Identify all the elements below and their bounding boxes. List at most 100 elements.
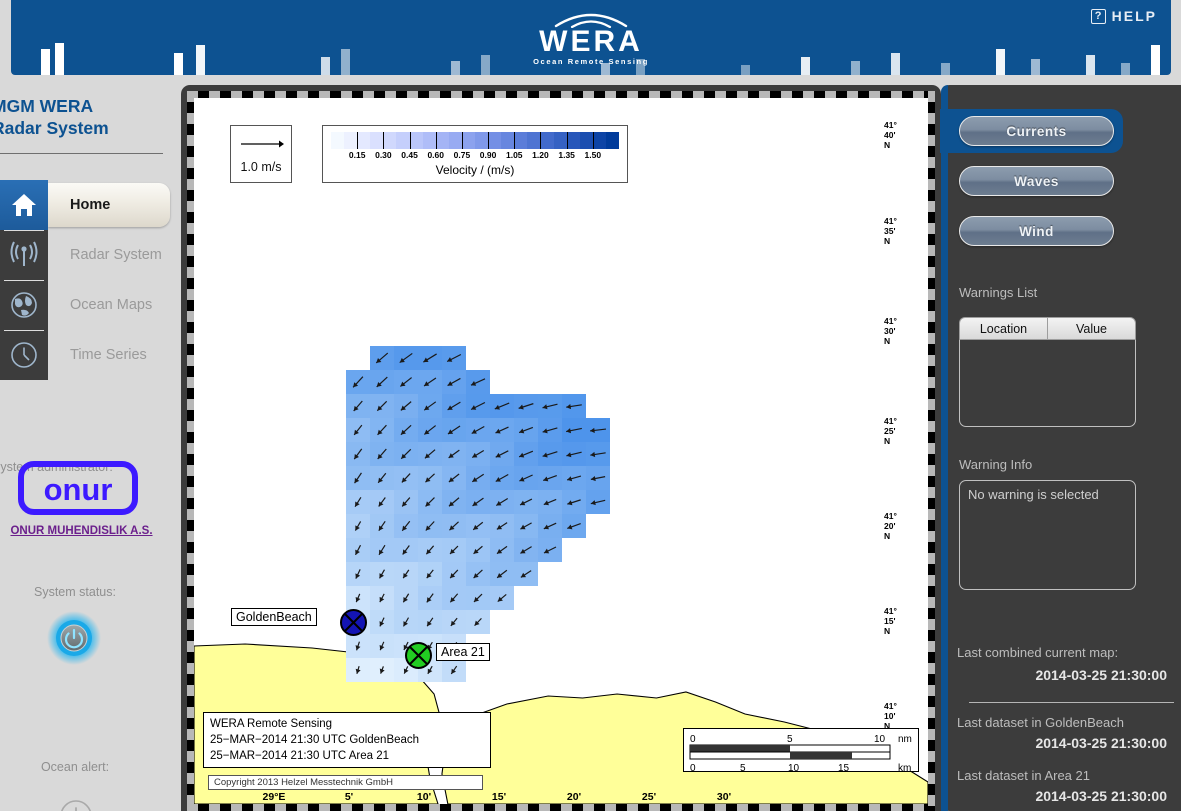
station-marker-goldenbeach[interactable]: GoldenBeach [231, 608, 368, 641]
last-dataset-goldenbeach-value: 2014-03-25 21:30:00 [1035, 735, 1167, 751]
sidebar-item-radar-system[interactable]: Radar System [0, 230, 170, 280]
colorbar-tick [514, 132, 516, 149]
frame-tick [928, 597, 935, 608]
latitude-label: 41° 40' N [884, 120, 897, 150]
frame-tick [928, 399, 935, 410]
frame-tick [187, 443, 194, 454]
frame-tick [187, 113, 194, 124]
frame-tick [928, 377, 935, 388]
frame-tick [187, 597, 194, 608]
colorbar-tick [435, 132, 437, 149]
frame-tick [759, 91, 770, 98]
colorbar-title: Velocity / (m/s) [435, 163, 515, 177]
frame-tick [187, 377, 194, 388]
frame-tick [297, 91, 308, 98]
frame-tick [928, 421, 935, 432]
frame-tick [187, 399, 194, 410]
frame-tick [737, 91, 748, 98]
warnings-list-label: Warnings List [959, 285, 1038, 300]
colorbar-tick [383, 132, 385, 149]
colorbar-tick-label: 0.90 [479, 150, 497, 160]
frame-tick [715, 91, 726, 98]
header-bar [341, 49, 350, 75]
frame-tick [803, 91, 814, 98]
currents-button[interactable]: Currents [959, 116, 1114, 146]
map-canvas[interactable]: 1.0 m/s 0.15 0.30 0.45 0.60 0.75 0.90 1.05 1.20… [194, 98, 928, 804]
sidebar-item-label: Radar System [70, 247, 162, 263]
frame-tick [187, 333, 194, 344]
colorbar-tick-label: 0.60 [427, 150, 444, 160]
frame-tick [187, 289, 194, 300]
frame-tick [187, 729, 194, 740]
colorbar-tick-label: 0.75 [453, 150, 471, 160]
map-info-box: WERA Remote Sensing 25−MAR−2014 21:30 UT… [203, 712, 491, 768]
header-bar [196, 45, 205, 75]
frame-tick [928, 553, 935, 564]
sidebar-item-label: Home [70, 197, 111, 213]
sidebar-item-ocean-maps[interactable]: Ocean Maps [0, 280, 170, 330]
frame-tick [187, 663, 194, 674]
admin-link[interactable]: ONUR MUHENDISLIK A.S. [0, 525, 163, 537]
frame-tick [928, 487, 935, 498]
frame-tick [407, 91, 418, 98]
column-header-location[interactable]: Location [959, 317, 1047, 340]
sidebar-item-home[interactable]: Home [0, 180, 170, 230]
timestamp-divider [969, 702, 1174, 703]
warning-info-box[interactable]: No warning is selected [959, 480, 1136, 590]
wind-button[interactable]: Wind [959, 216, 1114, 246]
frame-tick [187, 685, 194, 696]
last-dataset-area21-label: Last dataset in Area 21 [957, 768, 1090, 783]
longitude-label: 15' [491, 791, 507, 803]
header-bar [941, 63, 950, 75]
warnings-table-body[interactable] [959, 340, 1136, 427]
frame-tick [319, 91, 330, 98]
frame-tick [187, 179, 194, 190]
frame-tick [928, 509, 935, 520]
frame-tick [693, 91, 704, 98]
help-button[interactable]: ? HELP [1090, 8, 1157, 24]
column-header-value[interactable]: Value [1047, 317, 1136, 340]
exclamation-circle-icon [59, 799, 93, 811]
station-marker-area21[interactable]: Area 21 [404, 641, 490, 674]
frame-tick [275, 91, 286, 98]
frame-tick [187, 223, 194, 234]
frame-tick [913, 91, 924, 98]
colorbar-tick-labels: 0.15 0.30 0.45 0.60 0.75 0.90 1.05 1.20 1.35 1.50 [331, 150, 619, 162]
scale-km-5: 5 [740, 763, 746, 773]
velocity-colorbar: 0.15 0.30 0.45 0.60 0.75 0.90 1.05 1.20 1.35 1.50… [322, 125, 628, 183]
latitude-axis-labels: 41° 40' N 41° 35' N 41° 30' N 41° 25' N 41° 20' N 41° 15… [884, 98, 918, 804]
colorbar-tick [409, 132, 411, 149]
scale-km-unit: km [898, 763, 911, 773]
frame-tick [561, 91, 572, 98]
frame-tick [649, 91, 660, 98]
frame-tick [928, 201, 935, 212]
waves-button[interactable]: Waves [959, 166, 1114, 196]
colorbar-tick [540, 132, 542, 149]
clock-icon [0, 330, 48, 380]
frame-tick [187, 751, 194, 762]
colorbar-ticks [331, 132, 619, 149]
frame-tick [928, 575, 935, 586]
colorbar-tick [566, 132, 568, 149]
header-bar [1031, 59, 1040, 75]
last-combined-map-value: 2014-03-25 21:30:00 [1035, 667, 1167, 683]
frame-tick [187, 91, 198, 98]
frame-tick [187, 421, 194, 432]
frame-tick [928, 311, 935, 322]
power-button-icon[interactable] [46, 610, 102, 666]
frame-tick [451, 91, 462, 98]
warnings-table[interactable]: Location Value [959, 317, 1136, 427]
frame-tick [187, 157, 194, 168]
frame-tick [187, 91, 194, 102]
longitude-label: 30' [716, 791, 732, 803]
marker-circle-x-icon [405, 642, 432, 669]
latitude-label: 41° 10' N [884, 701, 897, 731]
last-dataset-goldenbeach-label: Last dataset in GoldenBeach [957, 715, 1124, 730]
header-bar [1086, 55, 1095, 75]
frame-tick [928, 663, 935, 674]
sidebar-item-time-series[interactable]: Time Series [0, 330, 170, 380]
frame-tick [928, 223, 935, 234]
scale-km-0: 0 [690, 763, 696, 773]
help-label: HELP [1111, 8, 1157, 24]
frame-tick [187, 707, 194, 718]
